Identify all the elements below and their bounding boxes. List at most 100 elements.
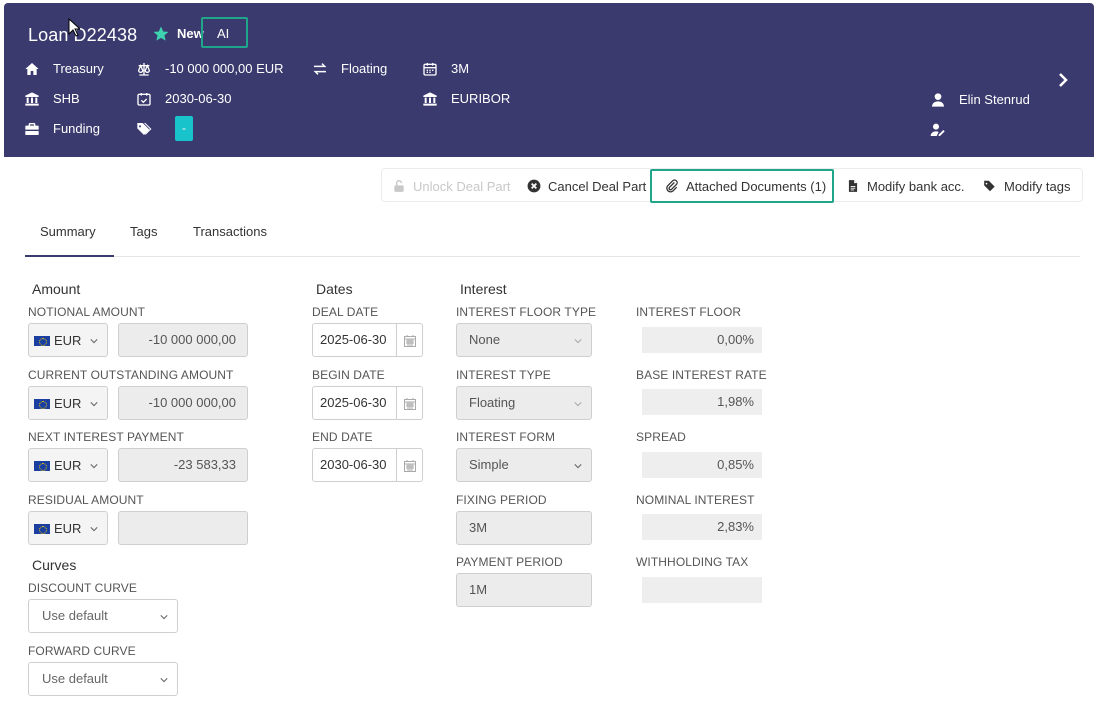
end-date-input[interactable]: 2030-06-30 — [312, 448, 397, 482]
discount-curve-value: Use default — [42, 608, 108, 623]
cancel-deal-part-button[interactable]: Cancel Deal Part — [527, 169, 646, 203]
interest-type-label: Floating — [341, 61, 388, 76]
chevron-down-icon — [574, 402, 582, 407]
calendar-icon — [423, 63, 437, 76]
tab-active-indicator — [25, 255, 114, 257]
fixing-period-field[interactable]: 3M — [456, 511, 592, 545]
calendar-check-icon — [137, 93, 151, 106]
tag-chip[interactable]: - — [175, 116, 193, 141]
document-icon — [848, 180, 858, 192]
modify-bank-label: Modify bank acc. — [867, 178, 965, 194]
scale-icon — [137, 63, 151, 76]
modify-bank-account-button[interactable]: Modify bank acc. — [846, 169, 965, 203]
fixing-period-label: FIXING PERIOD — [456, 493, 547, 507]
tab-tags[interactable]: Tags — [130, 224, 157, 239]
eu-flag-icon — [34, 524, 50, 534]
interest-floor-type-select[interactable]: None — [456, 323, 592, 357]
ai-label[interactable]: AI — [217, 26, 229, 41]
maturity-label: 2030-06-30 — [165, 91, 232, 106]
outstanding-amount-label: CURRENT OUTSTANDING AMOUNT — [28, 368, 234, 382]
chevron-down-icon — [90, 339, 98, 344]
home-icon — [25, 63, 39, 75]
forward-curve-select[interactable]: Use default — [28, 662, 178, 696]
interest-form-label: INTEREST FORM — [456, 430, 556, 444]
deal-date-input[interactable]: 2025-06-30 — [312, 323, 397, 357]
interest-type-label: INTEREST TYPE — [456, 368, 551, 382]
end-date-picker-button[interactable] — [397, 448, 423, 482]
residual-amount-field[interactable] — [118, 511, 248, 545]
currency-code: EUR — [54, 521, 82, 536]
residual-currency-select[interactable]: EUR — [28, 511, 108, 545]
bank-index-icon — [423, 92, 437, 106]
payment-period-label: PAYMENT PERIOD — [456, 555, 563, 569]
deal-date-label: DEAL DATE — [312, 305, 379, 319]
chevron-down-icon — [160, 615, 168, 620]
eu-flag-icon — [34, 336, 50, 346]
amount-label: -10 000 000,00 EUR — [165, 61, 284, 76]
base-interest-rate-label: BASE INTEREST RATE — [636, 368, 767, 382]
notional-currency-select[interactable]: EUR — [28, 323, 108, 357]
tab-summary[interactable]: Summary — [40, 224, 96, 239]
fixing-period-value: 3M — [469, 520, 488, 535]
outstanding-currency-select[interactable]: EUR — [28, 386, 108, 420]
deal-title: Loan D22438 — [28, 25, 138, 45]
mouse-cursor-icon — [68, 18, 80, 37]
spread-label: SPREAD — [636, 430, 686, 444]
payment-period-value: 1M — [469, 582, 488, 597]
interest-type-select[interactable]: Floating — [456, 386, 592, 420]
eu-flag-icon — [34, 399, 50, 409]
deal-header: Loan D22438 New AI Treasury -10 000 000,… — [4, 3, 1094, 157]
category-label: Funding — [53, 121, 100, 136]
status-badge: New — [177, 26, 204, 41]
next-interest-currency-select[interactable]: EUR — [28, 448, 108, 482]
treasury-label: Treasury — [53, 61, 104, 76]
currency-code: EUR — [54, 333, 82, 348]
forward-curve-value: Use default — [42, 671, 108, 686]
deal-date-picker-button[interactable] — [397, 323, 423, 357]
chevron-down-icon — [160, 678, 168, 683]
user-name: Elin Stenrud — [959, 92, 1030, 107]
interest-form-value: Simple — [469, 457, 509, 472]
outstanding-amount-field[interactable]: -10 000 000,00 — [118, 386, 248, 420]
cancel-label: Cancel Deal Part — [548, 178, 647, 194]
forward-curve-label: FORWARD CURVE — [28, 644, 136, 658]
bank-label: SHB — [53, 91, 80, 106]
unlock-icon — [394, 180, 404, 192]
withholding-tax-value — [642, 577, 762, 603]
modify-tags-button[interactable]: Modify tags — [983, 169, 1070, 203]
index-label: EURIBOR — [451, 91, 511, 106]
next-interest-field[interactable]: -23 583,33 — [118, 448, 248, 482]
star-icon — [153, 26, 169, 41]
bank-icon — [25, 92, 39, 106]
end-date-label: END DATE — [312, 430, 373, 444]
nominal-interest-label: NOMINAL INTEREST — [636, 493, 755, 507]
amount-section-title: Amount — [32, 281, 81, 297]
interest-form-select[interactable]: Simple — [456, 448, 592, 482]
next-interest-label: NEXT INTEREST PAYMENT — [28, 430, 184, 444]
chevron-down-icon — [90, 464, 98, 469]
discount-curve-label: DISCOUNT CURVE — [28, 581, 137, 595]
begin-date-picker-button[interactable] — [397, 386, 423, 420]
interest-floor-type-label: INTEREST FLOOR TYPE — [456, 305, 597, 319]
unlock-deal-part-button[interactable]: Unlock Deal Part — [392, 169, 511, 203]
tags-icon — [137, 122, 152, 135]
begin-date-label: BEGIN DATE — [312, 368, 385, 382]
spread-value: 0,85% — [642, 452, 762, 478]
residual-amount-label: RESIDUAL AMOUNT — [28, 493, 144, 507]
notional-amount-field[interactable]: -10 000 000,00 — [118, 323, 248, 357]
interest-type-value: Floating — [469, 395, 516, 410]
interest-floor-label: INTEREST FLOOR — [636, 305, 742, 319]
begin-date-input[interactable]: 2025-06-30 — [312, 386, 397, 420]
chevron-right-icon[interactable] — [1056, 71, 1070, 89]
chevron-down-icon — [574, 339, 582, 344]
payment-period-field[interactable]: 1M — [456, 573, 592, 607]
curves-section-title: Curves — [32, 557, 77, 573]
tab-transactions[interactable]: Transactions — [193, 224, 267, 239]
user-edit-icon[interactable] — [930, 122, 946, 138]
nominal-interest-value: 2,83% — [642, 514, 762, 540]
calendar-icon — [404, 335, 416, 347]
discount-curve-select[interactable]: Use default — [28, 599, 178, 633]
eu-flag-icon — [34, 461, 50, 471]
chevron-down-icon — [90, 527, 98, 532]
calendar-icon — [404, 460, 416, 472]
